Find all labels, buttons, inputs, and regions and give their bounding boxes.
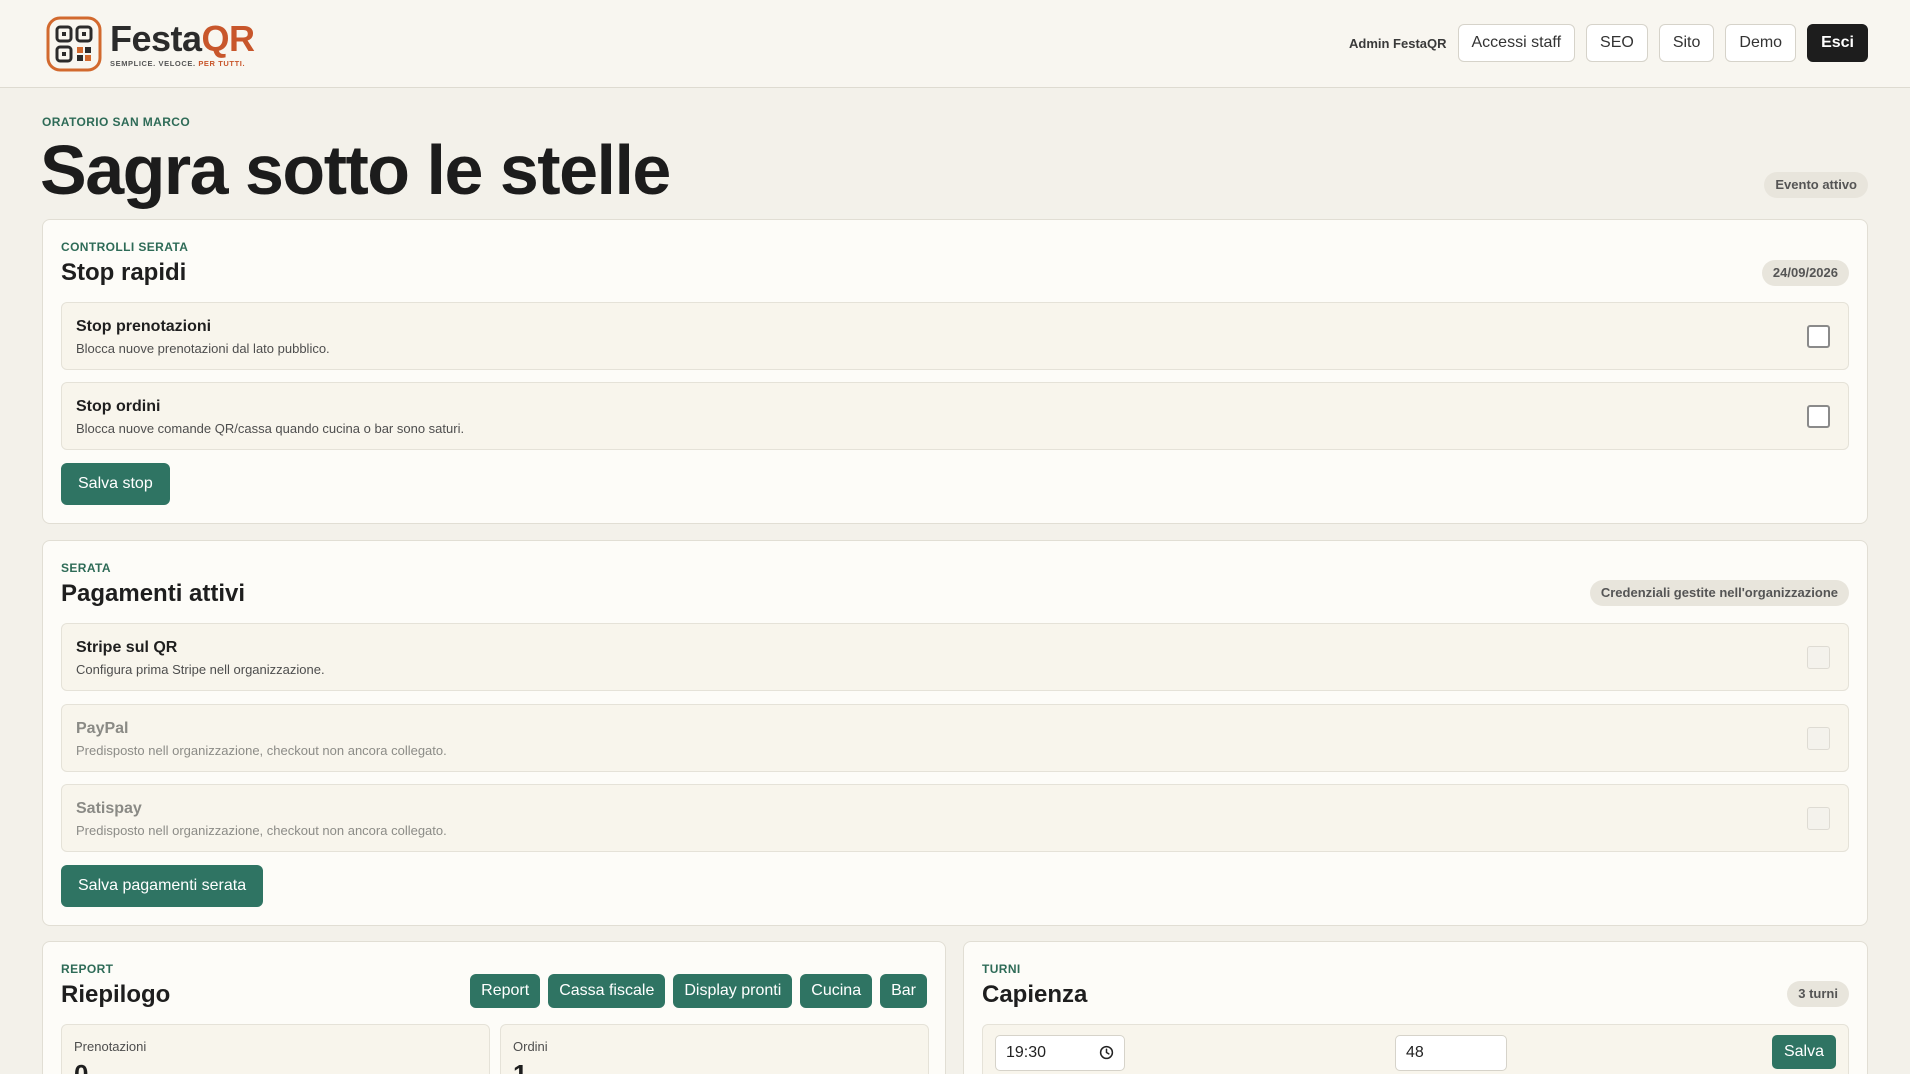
card-kicker: CONTROLLI SERATA: [61, 240, 189, 254]
shift-time-input[interactable]: 19:30: [995, 1035, 1125, 1071]
date-badge: 24/09/2026: [1761, 260, 1849, 286]
event-status-badge: Evento attivo: [1764, 172, 1868, 198]
card-title: Riepilogo: [61, 981, 171, 1008]
card-kicker: SERATA: [61, 561, 111, 575]
orders-stat: Ordini 1: [500, 1024, 929, 1074]
brand-tagline: SEMPLICE. VELOCE. PER TUTTI.: [110, 59, 246, 68]
stat-value: 0: [74, 1059, 89, 1074]
row-title: Stripe sul QR: [76, 639, 178, 656]
shifts-count-badge: 3 turni: [1787, 981, 1849, 1007]
satispay-row: Satispay Predisposto nell organizzazione…: [61, 784, 1849, 852]
qr-logo-icon: [46, 16, 102, 72]
top-bar: FestaQR SEMPLICE. VELOCE. PER TUTTI. Adm…: [0, 0, 1910, 88]
card-title: Stop rapidi: [61, 259, 187, 286]
shift-capacity-value: 48: [1406, 1044, 1424, 1061]
row-description: Blocca nuove prenotazioni dal lato pubbl…: [76, 341, 330, 356]
satispay-checkbox: [1807, 807, 1830, 830]
save-shift-button[interactable]: Salva: [1771, 1035, 1836, 1069]
save-payments-button[interactable]: Salva pagamenti serata: [61, 865, 264, 907]
credentials-badge: Credenziali gestite nell'organizzazione: [1589, 580, 1849, 606]
paypal-checkbox: [1807, 727, 1830, 750]
stat-value: 1: [513, 1059, 528, 1074]
row-description: Predisposto nell organizzazione, checkou…: [76, 743, 447, 758]
organization-name: ORATORIO SAN MARCO: [42, 115, 191, 129]
card-title: Capienza: [982, 981, 1088, 1008]
card-kicker: REPORT: [61, 962, 114, 976]
paypal-row: PayPal Predisposto nell organizzazione, …: [61, 704, 1849, 772]
nav-site-button[interactable]: Sito: [1658, 24, 1715, 62]
stat-label: Prenotazioni: [74, 1039, 147, 1054]
shift-row: 19:30 48 Salva: [982, 1024, 1849, 1074]
stop-bookings-checkbox[interactable]: [1807, 325, 1830, 348]
current-user: Admin FestaQR: [1348, 35, 1447, 51]
row-title: PayPal: [76, 720, 129, 737]
clock-icon[interactable]: [1099, 1045, 1114, 1060]
payments-card: SERATA Pagamenti attivi Credenziali gest…: [42, 540, 1868, 926]
stop-orders-checkbox[interactable]: [1807, 405, 1830, 428]
row-title: Satispay: [76, 800, 142, 817]
save-stop-button[interactable]: Salva stop: [61, 463, 170, 505]
report-button[interactable]: Report: [470, 974, 541, 1008]
stop-controls-card: CONTROLLI SERATA Stop rapidi 24/09/2026 …: [42, 219, 1868, 524]
card-title: Pagamenti attivi: [61, 580, 246, 607]
row-description: Configura prima Stripe nell organizzazio…: [76, 662, 325, 677]
brand-name: FestaQR: [110, 18, 255, 59]
shift-time-value: 19:30: [1006, 1044, 1047, 1061]
top-nav: Admin FestaQR Accessi staff SEO Sito Dem…: [1349, 24, 1868, 62]
page-title: Sagra sotto le stelle: [40, 131, 671, 209]
brand-wordmark: FestaQR SEMPLICE. VELOCE. PER TUTTI.: [110, 18, 255, 69]
bar-button[interactable]: Bar: [880, 974, 927, 1008]
kitchen-button[interactable]: Cucina: [800, 974, 873, 1008]
nav-demo-button[interactable]: Demo: [1725, 24, 1797, 62]
brand-logo[interactable]: FestaQR SEMPLICE. VELOCE. PER TUTTI.: [46, 16, 255, 72]
stripe-checkbox: [1807, 646, 1830, 669]
stat-label: Ordini: [513, 1039, 548, 1054]
stop-bookings-row[interactable]: Stop prenotazioni Blocca nuove prenotazi…: [61, 302, 1849, 370]
row-title: Stop prenotazioni: [76, 318, 212, 335]
capacity-card: TURNI Capienza 3 turni 19:30 48 Salva: [963, 941, 1868, 1074]
row-description: Blocca nuove comande QR/cassa quando cuc…: [76, 421, 465, 436]
shift-capacity-input[interactable]: 48: [1395, 1035, 1507, 1071]
stop-orders-row[interactable]: Stop ordini Blocca nuove comande QR/cass…: [61, 382, 1849, 450]
nav-staff-access-button[interactable]: Accessi staff: [1457, 24, 1576, 62]
report-card: REPORT Riepilogo Report Cassa fiscale Di…: [42, 941, 946, 1074]
bookings-stat: Prenotazioni 0: [61, 1024, 490, 1074]
card-kicker: TURNI: [982, 962, 1021, 976]
report-actions: Report Cassa fiscale Display pronti Cuci…: [470, 974, 927, 1008]
row-title: Stop ordini: [76, 398, 161, 415]
stripe-row: Stripe sul QR Configura prima Stripe nel…: [61, 623, 1849, 691]
fiscal-register-button[interactable]: Cassa fiscale: [548, 974, 666, 1008]
ready-display-button[interactable]: Display pronti: [673, 974, 793, 1008]
nav-seo-button[interactable]: SEO: [1586, 24, 1648, 62]
row-description: Predisposto nell organizzazione, checkou…: [76, 823, 447, 838]
logout-button[interactable]: Esci: [1807, 24, 1868, 62]
